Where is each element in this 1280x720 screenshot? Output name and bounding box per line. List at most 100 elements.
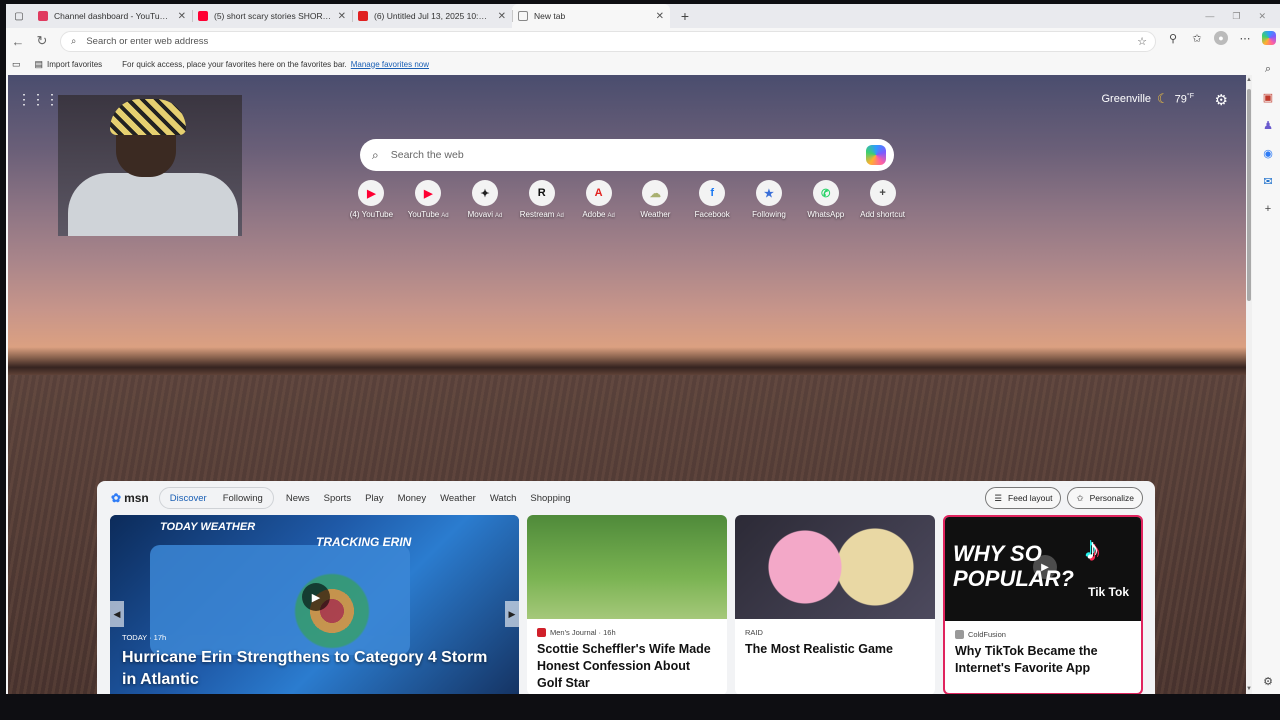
- address-placeholder: Search or enter web address: [86, 36, 209, 47]
- close-tab-icon[interactable]: ✕: [498, 11, 506, 22]
- shortcut-label: Weather: [640, 210, 670, 219]
- shortcut-label-text: WhatsApp: [807, 210, 845, 219]
- carousel-prev-icon[interactable]: ◀: [110, 601, 124, 627]
- web-search-box[interactable]: ⌕ Search the web: [360, 139, 894, 171]
- shortcut-tile[interactable]: R Restream Ad: [513, 180, 570, 219]
- tab-untitled[interactable]: (6) Untitled Jul 13, 2025 10:31 PM ✕: [352, 4, 512, 28]
- tracking-label: TRACKING ERIN: [316, 535, 412, 549]
- shortcut-tile[interactable]: ✆ WhatsApp: [797, 180, 854, 219]
- shortcut-tile[interactable]: ▶ (4) YouTube: [343, 180, 400, 219]
- profile-avatar-icon[interactable]: ●: [1214, 31, 1228, 45]
- story-source-row: ColdFusion: [945, 621, 1141, 639]
- page-scrollbar[interactable]: ▲ ▼: [1246, 75, 1252, 694]
- close-tab-icon[interactable]: ✕: [178, 11, 186, 22]
- carousel-next-icon[interactable]: ▶: [505, 601, 519, 627]
- tab-watch[interactable]: Watch: [490, 493, 517, 504]
- shortcut-icon: ★: [755, 180, 782, 206]
- msn-logo[interactable]: ✿ msn: [111, 491, 149, 505]
- shortcut-label: Adobe Ad: [582, 210, 614, 219]
- tab-news[interactable]: News: [286, 493, 310, 504]
- tab-play[interactable]: Play: [365, 493, 383, 504]
- weather-widget[interactable]: Greenville ☾ 79°F: [1101, 91, 1194, 107]
- shortcut-icon: A: [585, 180, 612, 206]
- new-tab-button[interactable]: +: [674, 5, 696, 27]
- shortcut-tile[interactable]: + Add shortcut: [854, 180, 911, 219]
- tab-money[interactable]: Money: [398, 493, 427, 504]
- manage-favorites-link[interactable]: Manage favorites now: [351, 60, 429, 69]
- shortcut-tile[interactable]: ★ Following: [741, 180, 798, 219]
- close-tab-icon[interactable]: ✕: [338, 11, 346, 22]
- minimize-icon[interactable]: —: [1205, 11, 1214, 22]
- import-favorites-button[interactable]: Import favorites: [47, 60, 102, 69]
- favorite-star-icon[interactable]: ☆: [1137, 35, 1147, 48]
- play-video-icon[interactable]: ▶: [302, 583, 330, 611]
- back-arrow-icon: ←: [11, 33, 25, 49]
- briefcase-icon[interactable]: ▣: [1261, 90, 1275, 104]
- hero-story-card[interactable]: TODAY WEATHER TRACKING ERIN ▶ ◀ ▶ TODAY …: [110, 515, 519, 694]
- games-icon[interactable]: ♟: [1261, 118, 1275, 132]
- shortcut-label: Movavi Ad: [468, 210, 503, 219]
- close-tab-icon[interactable]: ✕: [656, 11, 664, 22]
- extensions-icon[interactable]: ⚲: [1166, 31, 1180, 45]
- story-card[interactable]: RAID The Most Realistic Game: [735, 515, 935, 694]
- search-icon[interactable]: ⌕: [1261, 62, 1275, 76]
- app-launcher-icon[interactable]: ⋮⋮⋮: [17, 91, 59, 107]
- tab-new-tab[interactable]: New tab ✕: [512, 4, 670, 28]
- copilot-icon[interactable]: [1262, 31, 1276, 45]
- tab-following[interactable]: Following: [215, 493, 271, 504]
- scroll-down-icon[interactable]: ▼: [1246, 686, 1252, 692]
- sidebar-toggle-icon[interactable]: ▭: [12, 59, 21, 70]
- address-input[interactable]: ⌕ Search or enter web address ☆: [60, 31, 1156, 52]
- favorites-icon[interactable]: ✩: [1190, 31, 1204, 45]
- shortcut-label-text: Add shortcut: [860, 210, 906, 219]
- tab-discover[interactable]: Discover: [162, 493, 215, 504]
- search-icon: ⌕: [71, 36, 77, 47]
- page-settings-icon[interactable]: ⚙: [1215, 91, 1228, 109]
- tab-strip: ▢ Channel dashboard - YouTube St ✕ (5) s…: [6, 4, 1280, 28]
- favorites-bar-message: For quick access, place your favorites h…: [122, 59, 347, 69]
- copilot-icon[interactable]: [866, 145, 886, 165]
- tab-scary-stories[interactable]: (5) short scary stories SHORT FIL ✕: [192, 4, 352, 28]
- shortcut-label-text: (4) YouTube: [349, 210, 394, 219]
- maximize-icon[interactable]: ❐: [1232, 11, 1240, 22]
- add-sidebar-icon[interactable]: +: [1261, 202, 1275, 216]
- shortcut-icon: f: [699, 180, 726, 206]
- more-menu-icon[interactable]: ⋯: [1238, 31, 1252, 45]
- story-image: [527, 515, 727, 619]
- feed-layout-button[interactable]: ☰ Feed layout: [985, 487, 1062, 509]
- tab-title: (5) short scary stories SHORT FIL: [214, 11, 332, 21]
- shortcut-tile[interactable]: f Facebook: [684, 180, 741, 219]
- back-button[interactable]: ←: [6, 29, 30, 53]
- sidebar-settings-icon[interactable]: ⚙: [1261, 674, 1275, 688]
- weather-temp-group: 79°F: [1175, 93, 1194, 106]
- tab-sports[interactable]: Sports: [324, 493, 351, 504]
- tab-title: Channel dashboard - YouTube St: [54, 11, 172, 21]
- msn-brand: msn: [124, 491, 149, 505]
- personalize-button[interactable]: ✩ Personalize: [1067, 487, 1143, 509]
- shortcut-tile[interactable]: ☁ Weather: [627, 180, 684, 219]
- tab-weather[interactable]: Weather: [440, 493, 476, 504]
- ad-badge: Ad: [607, 213, 615, 219]
- webcam-person-hat: [110, 99, 186, 135]
- outlook-icon[interactable]: ✉: [1261, 174, 1275, 188]
- copilot-sidebar-icon[interactable]: ◉: [1261, 146, 1275, 160]
- play-video-icon[interactable]: ▶: [1033, 555, 1057, 579]
- scrollbar-thumb[interactable]: [1247, 89, 1251, 301]
- shortcut-tile[interactable]: ▶ YouTube Ad: [400, 180, 457, 219]
- new-tab-page: ⋮⋮⋮ Greenville ☾ 79°F ⚙ ⌕ Search the web…: [8, 75, 1248, 694]
- shortcut-tile[interactable]: ✦ Movavi Ad: [457, 180, 514, 219]
- webcam-overlay: [58, 95, 242, 236]
- tab-channel-dashboard[interactable]: Channel dashboard - YouTube St ✕: [32, 4, 192, 28]
- story-card[interactable]: WHY SO POPULAR? ♪ Tik Tok ▶ ColdFusion W…: [943, 515, 1143, 694]
- msn-butterfly-icon: ✿: [111, 491, 122, 505]
- weather-temp: 79: [1174, 93, 1187, 106]
- tab-shopping[interactable]: Shopping: [530, 493, 570, 504]
- tab-actions-button[interactable]: ▢: [6, 4, 32, 28]
- close-window-icon[interactable]: ✕: [1258, 11, 1266, 22]
- plus-icon: +: [680, 8, 690, 24]
- shortcut-tile[interactable]: A Adobe Ad: [570, 180, 627, 219]
- scroll-up-icon[interactable]: ▲: [1246, 77, 1252, 83]
- story-card[interactable]: Men's Journal · 16h Scottie Scheffler's …: [527, 515, 727, 694]
- thumbnail-brand: Tik Tok: [1088, 585, 1129, 599]
- refresh-button[interactable]: ↻: [30, 29, 54, 53]
